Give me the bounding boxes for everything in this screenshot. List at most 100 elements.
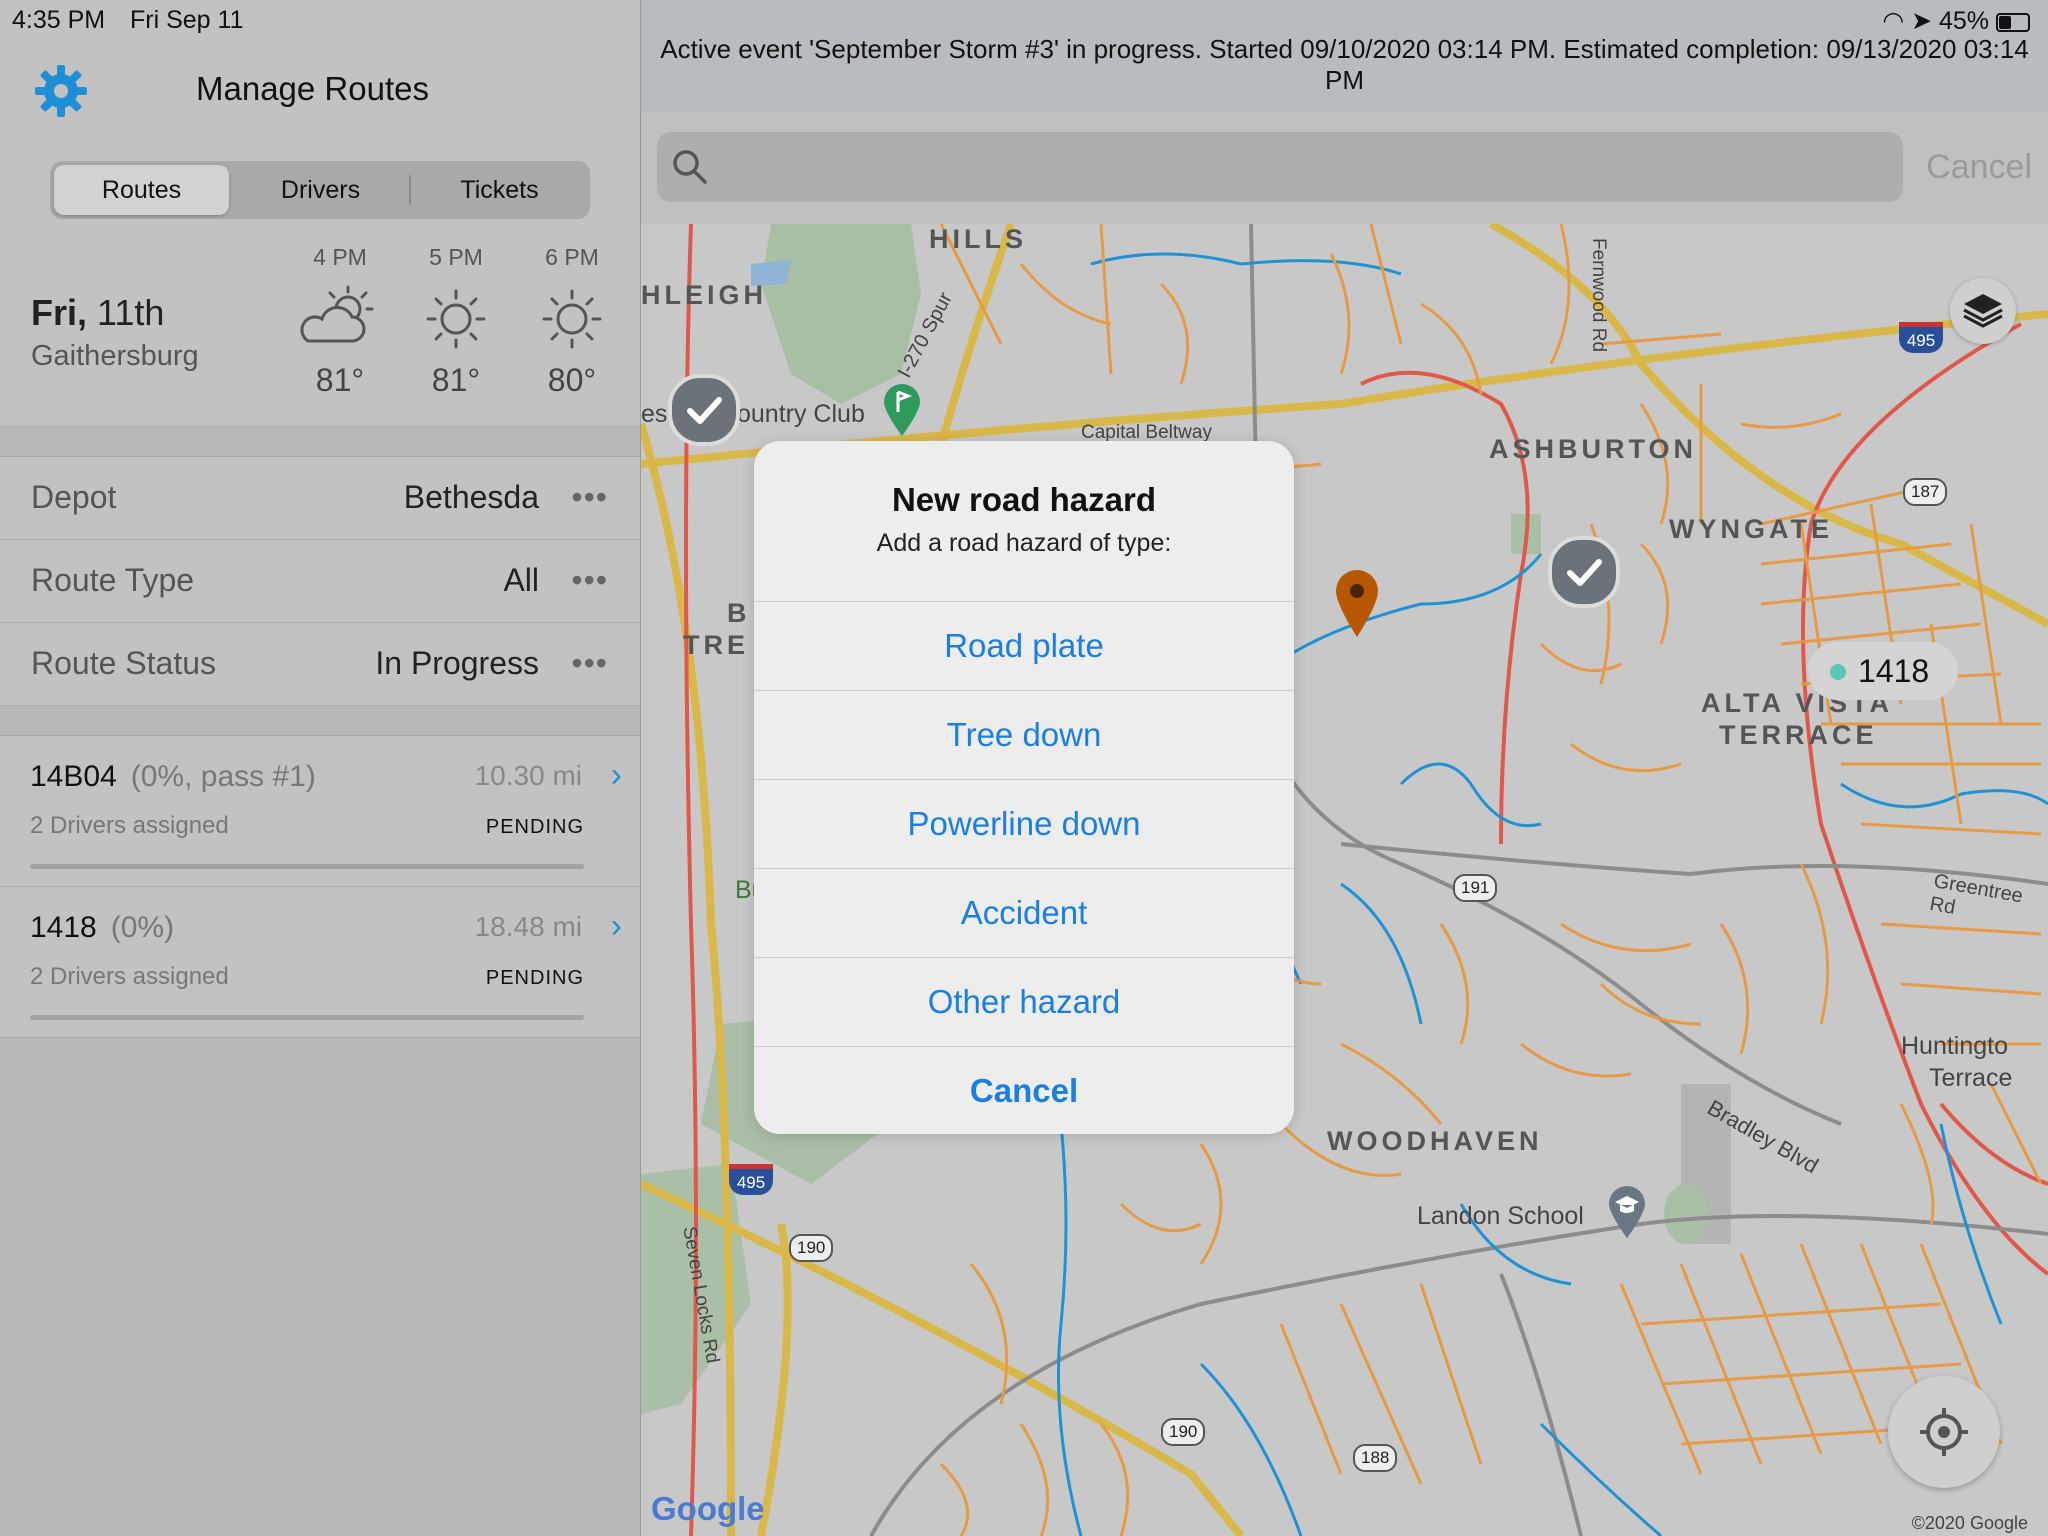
interstate-shield: 495: [1899, 322, 1943, 353]
filter-route-status[interactable]: Route Status In Progress •••: [0, 622, 640, 706]
map-label: B: [727, 598, 751, 628]
forecast-temp: 81°: [315, 362, 365, 398]
forecast-time: 5 PM: [429, 244, 483, 270]
route-row-1418[interactable]: 1418 (0%) 18.48 mi › 2 Drivers assigned P…: [0, 886, 640, 1038]
weather-city: Gaithersburg: [31, 340, 199, 372]
segment-divider: [409, 175, 411, 205]
route-label-text: 1418: [1858, 653, 1930, 689]
filter-route-type[interactable]: Route Type All •••: [0, 539, 640, 622]
forecast-5pm: 5 PM 81°: [406, 244, 506, 399]
battery-icon: [1996, 12, 2030, 32]
completed-marker-icon[interactable]: [1548, 536, 1620, 608]
status-date: Fri Sep 11: [130, 6, 244, 34]
filter-value: All: [503, 562, 539, 598]
status-badge: PENDING: [485, 816, 584, 838]
page-title: Manage Routes: [196, 70, 429, 107]
route-name: 1418 (0%): [30, 911, 175, 944]
forecast-6pm: 6 PM 80°: [522, 244, 622, 399]
search-input[interactable]: [657, 132, 1903, 202]
map-label: Landon School: [1417, 1202, 1584, 1230]
layers-button[interactable]: [1950, 278, 2016, 344]
completed-marker-icon[interactable]: [668, 374, 740, 446]
dialog-message: Add a road hazard of type:: [876, 529, 1172, 557]
tab-tickets[interactable]: Tickets: [412, 165, 587, 215]
route-progress-bar: [30, 864, 584, 869]
forecast-4pm: 4 PM 81°: [290, 244, 390, 399]
filter-value: In Progress: [375, 645, 539, 681]
option-powerline-down[interactable]: Powerline down: [754, 779, 1294, 868]
more-icon[interactable]: •••: [571, 562, 608, 599]
school-icon: [1609, 1186, 1645, 1238]
panel-header: 4:35 PM Fri Sep 11 Manage Routes Routes …: [0, 0, 640, 425]
search-row: Cancel: [641, 112, 2048, 224]
option-tree-down[interactable]: Tree down: [754, 690, 1294, 779]
map-label: HLEIGH: [641, 280, 768, 310]
my-location-button[interactable]: [1888, 1376, 2000, 1488]
gear-icon[interactable]: [32, 62, 90, 120]
map-label: WOODHAVEN: [1327, 1126, 1543, 1156]
more-icon[interactable]: •••: [571, 479, 608, 516]
dialog-cancel-button[interactable]: Cancel: [754, 1046, 1294, 1134]
weather-date: Fri, 11th: [31, 292, 165, 333]
map-label: Huntingto: [1901, 1032, 2009, 1060]
map-label: Terrace: [1929, 1064, 2013, 1092]
route-shield: 191: [1453, 874, 1498, 902]
filter-depot[interactable]: Depot Bethesda •••: [0, 456, 640, 539]
chevron-right-icon[interactable]: ›: [611, 756, 622, 795]
more-icon[interactable]: •••: [571, 645, 608, 682]
map-label: WYNGATE: [1669, 514, 1833, 544]
partly-cloudy-icon: [300, 285, 374, 343]
option-road-plate[interactable]: Road plate: [754, 601, 1294, 690]
map-copyright: ©2020 Google: [1911, 1513, 2028, 1533]
route-shield: 190: [1161, 1418, 1206, 1446]
filter-label: Depot: [31, 479, 117, 515]
filter-value: Bethesda: [403, 479, 539, 515]
map-label: TRE: [683, 630, 749, 660]
manage-routes-panel: 4:35 PM Fri Sep 11 Manage Routes Routes …: [0, 0, 641, 1536]
event-message: Active event 'September Storm #3' in pro…: [660, 34, 2029, 95]
chevron-right-icon[interactable]: ›: [611, 907, 622, 946]
route-row-14b04[interactable]: 14B04 (0%, pass #1) 10.30 mi › 2 Drivers …: [0, 735, 640, 886]
tab-routes[interactable]: Routes: [54, 165, 229, 215]
sun-icon: [426, 289, 486, 349]
route-name: 14B04 (0%, pass #1): [30, 760, 316, 793]
map-label: TERRACE: [1719, 720, 1878, 750]
golf-icon: [884, 384, 920, 436]
sun-icon: [542, 289, 602, 349]
route-color-dot: [1830, 664, 1846, 680]
road-hazard-dialog: New road hazard Add a road hazard of typ…: [754, 441, 1294, 1134]
interstate-shield: 495: [729, 1164, 773, 1195]
route-drivers: 2 Drivers assigned: [30, 963, 229, 990]
hazard-pin-icon[interactable]: [1334, 569, 1380, 639]
forecast-temp: 81°: [431, 362, 481, 398]
forecast-time: 4 PM: [313, 244, 367, 270]
route-distance: 10.30 mi: [474, 760, 582, 791]
filter-label: Route Status: [31, 645, 216, 681]
map-label: Fernwood Rd: [1588, 237, 1610, 353]
option-accident[interactable]: Accident: [754, 868, 1294, 957]
route-label-1418[interactable]: 1418: [1808, 642, 1958, 700]
dialog-title: New road hazard: [891, 481, 1157, 518]
route-distance: 18.48 mi: [474, 911, 582, 942]
google-logo: Google: [651, 1490, 765, 1527]
filter-label: Route Type: [31, 562, 195, 598]
option-other-hazard[interactable]: Other hazard: [754, 957, 1294, 1046]
map-label: ASHBURTON: [1489, 434, 1698, 464]
battery-level: 45%: [1939, 7, 1990, 35]
layers-icon: [1963, 294, 2003, 328]
segmented-control: Routes Drivers Tickets: [50, 161, 590, 219]
location-arrow-icon: ➤: [1911, 7, 1933, 35]
map-label: HILLS: [929, 224, 1027, 254]
forecast-temp: 80°: [547, 362, 597, 398]
map-label: es: [641, 400, 668, 428]
tab-drivers[interactable]: Drivers: [233, 165, 408, 215]
status-badge: PENDING: [485, 967, 584, 989]
route-progress-bar: [30, 1015, 584, 1020]
search-cancel-button[interactable]: Cancel: [1926, 148, 2032, 187]
route-shield: 187: [1903, 478, 1948, 506]
event-banner: ◠ ➤ 45% Active event 'September Storm #3…: [641, 0, 2048, 112]
route-drivers: 2 Drivers assigned: [30, 812, 229, 839]
forecast-time: 6 PM: [545, 244, 599, 270]
crosshair-icon: [1920, 1408, 1968, 1456]
map-label: ountry Club: [737, 400, 865, 428]
